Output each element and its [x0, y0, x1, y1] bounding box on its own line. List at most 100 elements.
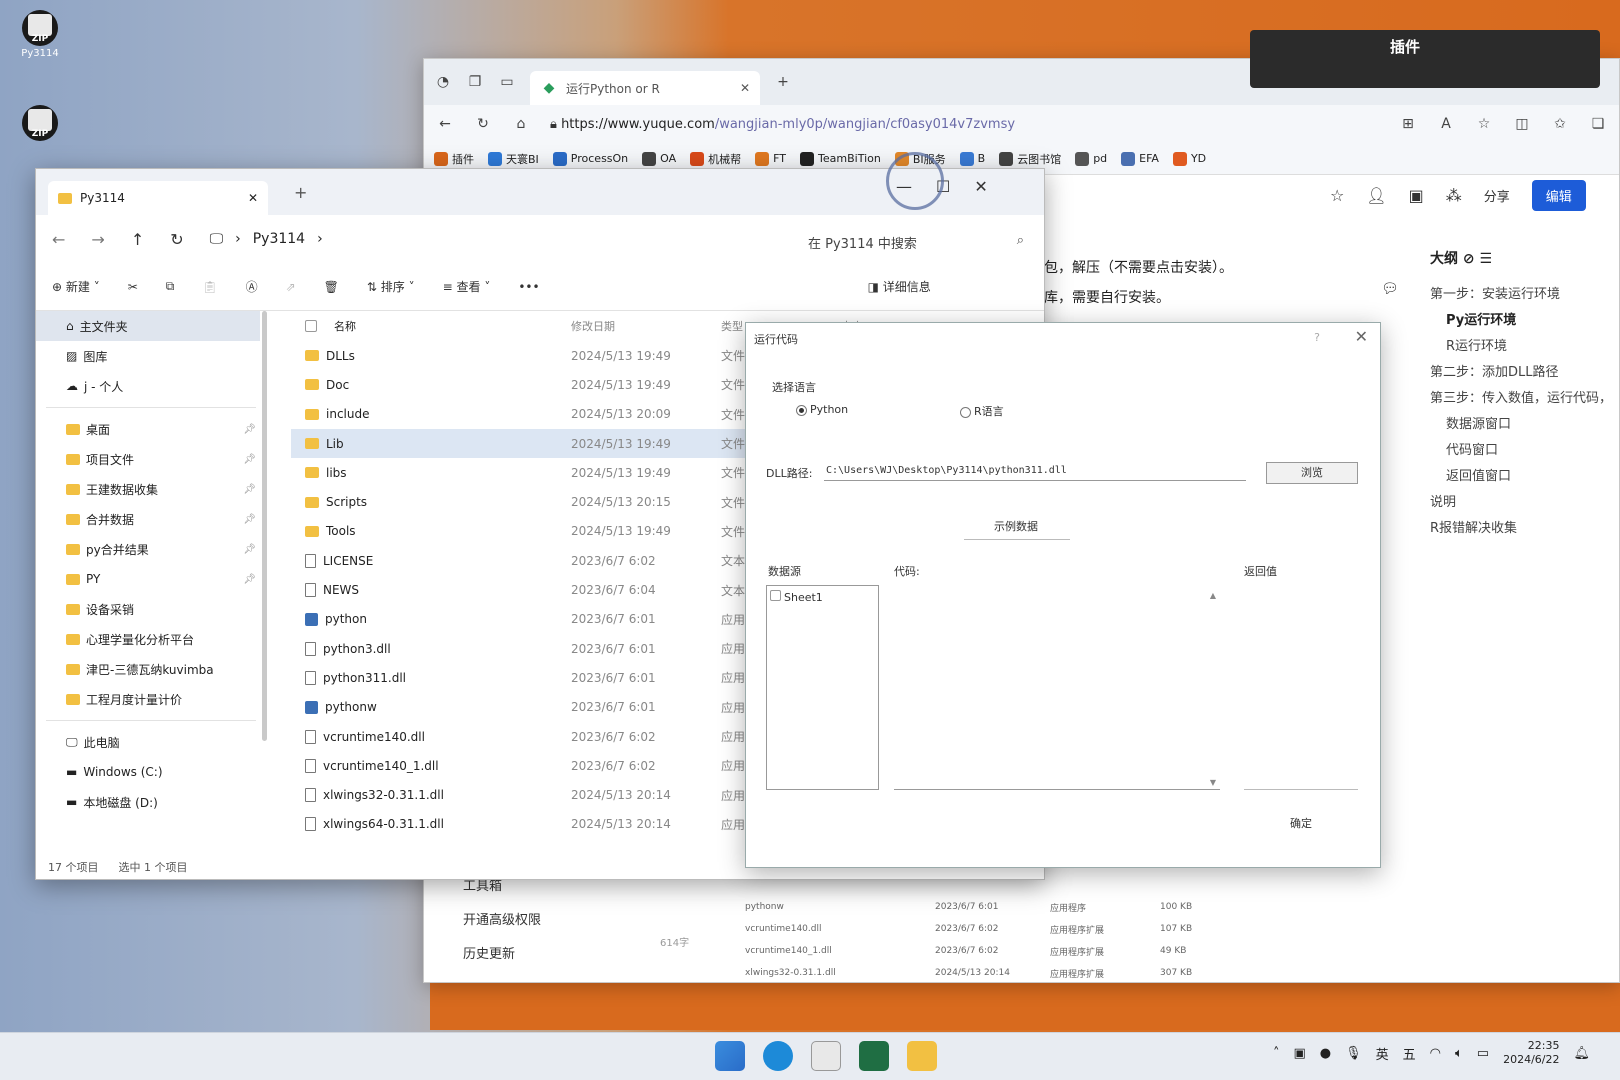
tray-user-icon[interactable]: ●	[1320, 1046, 1331, 1061]
close-dialog-icon[interactable]: ✕	[1355, 327, 1368, 346]
add-user-icon[interactable]: 👤︎	[1366, 186, 1386, 205]
present-icon[interactable]: ▣	[1409, 186, 1424, 205]
sidebar-item-pinned[interactable]: 合并数据 📌︎	[36, 504, 266, 534]
details-button[interactable]: ◨ 详细信息	[868, 278, 931, 295]
desktop-icon-py3114[interactable]: ZIP Py3114	[10, 10, 70, 59]
split-screen-icon[interactable]: ◫	[1513, 115, 1531, 133]
new-tab-icon[interactable]: +	[774, 73, 792, 91]
column-name[interactable]: 名称	[334, 318, 356, 334]
more-button[interactable]: •••	[518, 280, 539, 294]
sidebar-item-pinned[interactable]: 王建数据收集 📌︎	[36, 474, 266, 504]
tab-actions-icon[interactable]: ▭	[498, 73, 516, 91]
back-icon[interactable]: ←	[52, 230, 65, 249]
breadcrumb-item[interactable]: Py3114	[253, 231, 305, 247]
edit-button[interactable]: 编辑	[1531, 180, 1586, 211]
grid-icon[interactable]: ⊞	[1399, 115, 1417, 133]
bookmark-item[interactable]: YD	[1172, 151, 1206, 166]
sidebar-scrollbar[interactable]	[262, 311, 267, 741]
menu-upgrade[interactable]: 开通高级权限	[423, 904, 743, 938]
return-value-box[interactable]	[1244, 585, 1358, 790]
apps-icon[interactable]: ⁂	[1446, 186, 1462, 205]
notification-icon[interactable]: 🔔︎	[1573, 1046, 1590, 1061]
browse-button[interactable]: 浏览	[1266, 462, 1358, 484]
eye-off-icon[interactable]: ⊘	[1463, 251, 1475, 267]
home-icon[interactable]: ⌂	[512, 115, 530, 133]
collections-icon[interactable]: ❏	[1589, 115, 1607, 133]
bookmark-item[interactable]: 天寰BI	[488, 151, 539, 167]
sidebar-item-home[interactable]: ⌂ 主文件夹	[36, 311, 260, 341]
select-all-checkbox[interactable]	[305, 320, 317, 332]
help-button[interactable]: ?	[1314, 331, 1320, 344]
ime-language[interactable]: 英	[1376, 1044, 1389, 1063]
sidebar-item-pinned[interactable]: PY 📌︎	[36, 564, 266, 594]
cut-icon[interactable]: ✂	[128, 280, 138, 294]
rename-icon[interactable]: Ⓐ	[246, 278, 258, 295]
scroll-down-icon[interactable]: ▼	[1210, 778, 1216, 787]
paste-icon[interactable]: 📋︎	[202, 280, 217, 294]
bookmark-item[interactable]: EFA	[1121, 151, 1159, 166]
copy-icon[interactable]: ⧉	[166, 279, 175, 294]
outline-item[interactable]: 第二步：添加DLL路径	[1430, 360, 1620, 386]
bookmark-item[interactable]: B	[959, 151, 985, 166]
sidebar-item-pinned[interactable]: 项目文件 📌︎	[36, 444, 266, 474]
browser-tab[interactable]: ◆ 运行Python or R ✕	[530, 71, 760, 105]
column-date[interactable]: 修改日期	[571, 318, 721, 334]
read-aloud-icon[interactable]: A	[1437, 115, 1455, 133]
volume-icon[interactable]: 🔈︎	[1455, 1046, 1463, 1061]
sheet-item[interactable]: Sheet1	[770, 590, 823, 604]
outline-item[interactable]: R报错解决收集	[1430, 516, 1620, 542]
outline-item[interactable]: 第三步：传入数值，运行代码，	[1430, 386, 1620, 412]
favorite-star-icon[interactable]: ☆	[1475, 115, 1493, 133]
refresh-icon[interactable]: ↻	[170, 230, 183, 249]
new-tab-icon[interactable]: +	[294, 183, 307, 202]
tray-app-icon[interactable]: ▣	[1293, 1046, 1305, 1061]
wifi-icon[interactable]: ◠	[1430, 1046, 1441, 1061]
bookmark-item[interactable]: TeamBiTion	[800, 151, 881, 166]
sidebar-item-gallery[interactable]: ▨ 图库	[36, 341, 266, 371]
outline-item[interactable]: 返回值窗口	[1430, 464, 1620, 490]
ok-button[interactable]: 确定	[1290, 815, 1312, 831]
bookmark-item[interactable]: FT	[755, 151, 786, 166]
app-x-icon[interactable]	[811, 1041, 841, 1071]
up-icon[interactable]: ↑	[131, 230, 144, 249]
edge-icon[interactable]	[763, 1041, 793, 1071]
code-editor[interactable]: ▲ ▼	[894, 585, 1220, 790]
bookmark-item[interactable]: ProcessOn	[552, 151, 628, 166]
menu-history[interactable]: 历史更新	[423, 938, 743, 972]
star-icon[interactable]: ☆	[1330, 186, 1344, 205]
start-icon[interactable]	[715, 1041, 745, 1071]
bookmark-item[interactable]: 插件	[434, 151, 474, 167]
share-button[interactable]: 分享	[1484, 186, 1510, 205]
sidebar-item-pinned[interactable]: 桌面 📌︎	[36, 414, 266, 444]
radio-r[interactable]: R语言	[960, 403, 1004, 419]
clock[interactable]: 22:35 2024/6/22	[1503, 1039, 1559, 1067]
breadcrumb[interactable]: 🖵︎ › Py3114 ›	[210, 231, 323, 247]
comment-icon[interactable]: 💬︎	[1381, 281, 1399, 297]
sidebar-item-drive[interactable]: 🖵︎ 此电脑	[36, 727, 266, 757]
outline-item[interactable]: Py运行环境	[1430, 308, 1620, 334]
bookmark-item[interactable]: OA	[642, 151, 676, 166]
outline-item[interactable]: 第一步：安装运行环境	[1430, 282, 1620, 308]
radio-python[interactable]: Python	[796, 403, 848, 416]
bookmark-item[interactable]: pd	[1075, 151, 1107, 166]
bookmark-item[interactable]: 机械帮	[690, 151, 741, 167]
refresh-icon[interactable]: ↻	[474, 115, 492, 133]
datasource-list[interactable]: Sheet1	[766, 585, 879, 790]
sidebar-item-pinned[interactable]: 津巴-三德瓦纳kuvimba	[36, 654, 266, 684]
close-window-icon[interactable]: ✕	[974, 177, 987, 196]
sidebar-item-pinned[interactable]: 心理学量化分析平台	[36, 624, 266, 654]
sidebar-item-pinned[interactable]: 工程月度计量计价	[36, 684, 266, 714]
sidebar-item-drive[interactable]: ▬ 本地磁盘 (D:)	[36, 787, 266, 817]
chevron-up-icon[interactable]: ˄	[1273, 1046, 1280, 1061]
scroll-up-icon[interactable]: ▲	[1210, 591, 1216, 600]
share-icon[interactable]: ⇗	[286, 280, 296, 294]
ime-mode[interactable]: 五	[1403, 1044, 1416, 1063]
outline-item[interactable]: 说明	[1430, 490, 1620, 516]
profile-icon[interactable]: ◔	[434, 73, 452, 91]
dll-path-field[interactable]: C:\Users\WJ\Desktop\Py3114\python311.dll	[826, 465, 1067, 476]
list-icon[interactable]: ☰	[1479, 251, 1492, 267]
sidebar-item-drive[interactable]: ▬ Windows (C:)	[36, 757, 266, 787]
file-explorer-icon[interactable]	[907, 1041, 937, 1071]
view-button[interactable]: ≡ 查看 ˅	[443, 278, 491, 295]
explorer-tab[interactable]: Py3114 ✕	[48, 181, 268, 215]
